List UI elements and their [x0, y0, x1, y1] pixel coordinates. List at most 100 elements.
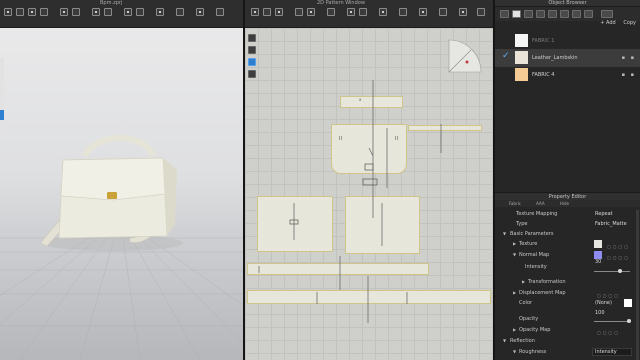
fabric-swatch	[515, 68, 528, 81]
chevron-right-icon[interactable]: ▶	[513, 325, 516, 335]
tab-trim-icon[interactable]	[584, 10, 593, 18]
chevron-down-icon[interactable]: ▼	[513, 347, 516, 357]
roughness-dropdown[interactable]: Intensity	[592, 348, 632, 356]
viewport-side-toolbar	[0, 58, 4, 138]
avatar-tool-icon[interactable]	[60, 8, 68, 16]
pattern-zoom-icon[interactable]	[248, 46, 256, 54]
prop-basic-parameters[interactable]: ▼ Basic Parameters	[495, 229, 640, 239]
prop-intensity[interactable]: Intensity 30	[495, 259, 640, 276]
tab-topstitch-icon[interactable]	[548, 10, 557, 18]
tab-buttonhole-icon[interactable]	[536, 10, 545, 18]
clasp	[107, 192, 117, 199]
tab-graphic-icon[interactable]	[572, 10, 581, 18]
intensity-slider[interactable]	[594, 269, 630, 273]
pattern-lines: x II II	[258, 80, 442, 323]
tab-fabric[interactable]: Fabric	[509, 200, 521, 207]
notch-tool-icon[interactable]	[439, 8, 447, 16]
copy-fabric-button[interactable]: Copy	[623, 20, 636, 26]
prop-displacement-map[interactable]: ▶ Displacement Map ▢▢▢▢	[495, 288, 640, 298]
fabric-list-item-selected[interactable]: ✓ Leather_Lambskin ▪ ▪	[495, 49, 640, 67]
pattern-select-icon[interactable]	[248, 34, 256, 42]
edit-pattern-icon[interactable]	[263, 8, 271, 16]
tab-button-icon[interactable]	[524, 10, 533, 18]
fabric-list-item[interactable]: FABRIC 1	[495, 32, 640, 50]
2d-pattern-window[interactable]: x II II	[245, 28, 493, 360]
transform-pattern-icon[interactable]	[251, 8, 259, 16]
prop-normal-map[interactable]: ▼ Normal Map ▢▢▢▢	[495, 250, 640, 260]
chevron-down-icon[interactable]: ▼	[503, 336, 506, 346]
chevron-right-icon[interactable]: ▶	[513, 239, 516, 249]
tape-tool-icon[interactable]	[92, 8, 100, 16]
free-sewing-icon[interactable]	[359, 8, 367, 16]
prop-transformation[interactable]: ▶ Transformation	[495, 277, 640, 287]
chevron-right-icon[interactable]: ▶	[522, 277, 525, 287]
app-window: Bpm.zprj 2D Pattern Window x II II Objec…	[0, 0, 640, 360]
prop-opacity-map[interactable]: ▶ Opacity Map ▢▢▢▢	[495, 325, 640, 335]
3d-viewport[interactable]	[0, 28, 243, 360]
trace-tool-icon[interactable]	[459, 8, 467, 16]
pin-tool-icon[interactable]	[28, 8, 36, 16]
color-swatch[interactable]	[624, 299, 632, 307]
tab-hide[interactable]: Hide	[560, 200, 569, 207]
circle-tool-icon[interactable]	[307, 8, 315, 16]
tab-scene-icon[interactable]	[500, 10, 509, 18]
fabric-row-icons[interactable]: ▪ ▪	[622, 55, 636, 61]
button-tool-icon[interactable]	[124, 8, 132, 16]
fabric-swatch	[515, 51, 528, 64]
svg-text:II: II	[339, 136, 342, 142]
grain-line-icon[interactable]	[419, 8, 427, 16]
opacity-slider[interactable]	[594, 319, 631, 323]
tab-more-icon[interactable]	[601, 10, 613, 18]
prop-texture-mapping[interactable]: Texture Mapping Repeat	[495, 209, 640, 219]
type-value[interactable]: Fabric_Matte	[595, 219, 627, 229]
property-editor-scrollbar[interactable]	[636, 210, 639, 360]
pattern-view-icon[interactable]	[248, 58, 256, 66]
graphic-tool-icon[interactable]	[477, 8, 485, 16]
handbag-3d-model[interactable]	[35, 128, 185, 258]
chevron-right-icon[interactable]: ▶	[513, 288, 516, 298]
measure-tool-icon[interactable]	[104, 8, 112, 16]
sewing-tool-icon[interactable]	[347, 8, 355, 16]
topstitch-tool-icon[interactable]	[156, 8, 164, 16]
simulation-icon[interactable]	[72, 8, 80, 16]
prop-texture[interactable]: ▶ Texture ▢▢▢▢	[495, 239, 640, 249]
texture-mapping-value[interactable]: Repeat	[595, 209, 613, 219]
3d-toolbar: Bpm.zprj	[0, 0, 243, 28]
zipper-tool-icon[interactable]	[136, 8, 144, 16]
select-tool-icon[interactable]	[4, 8, 12, 16]
fabric-row-icons[interactable]: ▪ ▪	[622, 72, 636, 78]
fabric-list-item[interactable]: FABRIC 4 ▪ ▪	[495, 66, 640, 84]
chevron-down-icon[interactable]: ▼	[513, 250, 516, 260]
pattern-window-title: 2D Pattern Window	[317, 0, 365, 6]
rectangle-tool-icon[interactable]	[295, 8, 303, 16]
fold-arrange-icon[interactable]	[399, 8, 407, 16]
tab-puckering-icon[interactable]	[560, 10, 569, 18]
texture-swatch[interactable]	[594, 240, 602, 248]
checkmark-icon: ✓	[502, 51, 510, 61]
internal-line-icon[interactable]	[327, 8, 335, 16]
prop-color[interactable]: Color (None)	[495, 298, 640, 308]
svg-text:x: x	[359, 97, 362, 102]
color-value[interactable]: (None)	[595, 298, 612, 308]
fabric-name: FABRIC 4	[532, 72, 555, 78]
move-tool-icon[interactable]	[16, 8, 24, 16]
property-editor-title: Property Editor	[495, 192, 640, 200]
chevron-down-icon[interactable]: ▼	[503, 229, 506, 239]
render-tool-icon[interactable]	[196, 8, 204, 16]
opacity-value[interactable]: 100	[595, 308, 605, 318]
intensity-value[interactable]: 30	[595, 257, 601, 267]
pattern-layer-icon[interactable]	[248, 70, 256, 78]
fabric-name: FABRIC 1	[532, 38, 555, 44]
prop-reflection[interactable]: ▼ Reflection	[495, 336, 640, 346]
tab-fabric-icon[interactable]	[512, 10, 521, 18]
tab-aaa[interactable]: AAA	[536, 200, 544, 207]
prop-roughness[interactable]: ▼ Roughness Intensity	[495, 347, 640, 357]
fold-tool-icon[interactable]	[40, 8, 48, 16]
add-fabric-button[interactable]: + Add	[600, 20, 615, 26]
camera-tool-icon[interactable]	[216, 8, 224, 16]
prop-opacity[interactable]: Opacity 100	[495, 310, 640, 324]
segment-sewing-icon[interactable]	[379, 8, 387, 16]
polygon-tool-icon[interactable]	[275, 8, 283, 16]
prop-type[interactable]: Type Fabric_Matte	[495, 219, 640, 229]
texture-tool-icon[interactable]	[176, 8, 184, 16]
